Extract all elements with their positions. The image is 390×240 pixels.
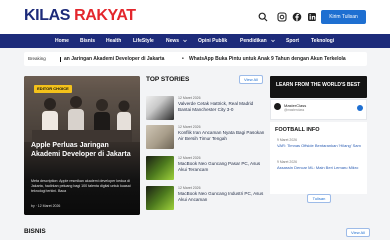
story-date: 12 Maret 2026 <box>178 186 201 190</box>
more-articles-button[interactable]: Tulisan <box>307 194 331 203</box>
hero-photo-silhouettes <box>24 90 140 142</box>
linkedin-icon[interactable] <box>307 12 317 22</box>
story-date: 12 Maret 2026 <box>178 96 201 100</box>
breaking-ticker: Breaking an Jaringan Akademi Developer d… <box>24 52 367 66</box>
chevron-down-icon <box>183 39 187 43</box>
hero-description: Meta description: Apple resmikan akademi… <box>31 179 131 193</box>
ticker-separator: • <box>182 56 184 62</box>
ticker-item[interactable]: an Jaringan Akademi Developer di Jakarta <box>64 52 164 66</box>
football-item[interactable]: 9 Maret 2026 Assassin Dencar ML: Main Be… <box>277 160 363 170</box>
ad-banner[interactable]: LEARN FROM THE WORLD'S BEST <box>270 76 367 98</box>
story-thumbnail <box>146 125 174 149</box>
editor-choice-badge: EDITOR CHOICE <box>34 85 72 93</box>
story-item[interactable]: 12 Maret 2026 Konflik Iran Ancaman Nyata… <box>146 125 264 149</box>
search-icon[interactable] <box>258 12 268 22</box>
story-title[interactable]: Konflik Iran Ancaman Nyata Bagi Pasokan … <box>178 130 266 142</box>
nav-item-bisnis[interactable]: Bisnis <box>80 34 95 48</box>
nav-item-news[interactable]: News <box>166 34 179 48</box>
story-item[interactable]: 12 Maret 2026 MacBook Neo Guncang Indust… <box>146 186 264 210</box>
football-item-title[interactable]: Assassin Dencar ML: Main Beri Lemaru Mik… <box>277 165 363 170</box>
nav-item-opini-publik[interactable]: Opini Publik <box>198 34 227 48</box>
story-thumbnail <box>146 156 174 180</box>
story-title[interactable]: MacBook Neo Guncang Industri PC, Asus Ak… <box>178 191 266 203</box>
football-item-title[interactable]: VAR: Timnas Offside Bentarankan 'Hilang'… <box>277 143 363 148</box>
football-item[interactable]: 9 Maret 2026 VAR: Timnas Offside Bentara… <box>277 138 363 148</box>
chevron-down-icon <box>271 39 275 43</box>
site-logo[interactable]: KILAS RAKYAT <box>24 6 136 26</box>
nav-item-teknologi[interactable]: Teknologi <box>311 34 334 48</box>
football-item-date: 9 Maret 2026 <box>277 138 297 142</box>
ticker-divider <box>60 57 61 62</box>
football-info-title: FOOTBALL INFO <box>275 127 320 133</box>
story-thumbnail <box>146 186 174 210</box>
nav-item-pendidikan[interactable]: Pendidikan <box>240 34 267 48</box>
ad-banner-text: LEARN FROM THE WORLD'S BEST <box>276 82 361 88</box>
instagram-icon[interactable] <box>277 12 287 22</box>
football-info-panel: FOOTBALL INFO 9 Maret 2026 VAR: Timnas O… <box>270 122 367 194</box>
hero-meta: by · 12 Maret 2026 <box>31 204 61 208</box>
write-article-button[interactable]: Kirim Tulisan <box>321 10 366 24</box>
nav-item-health[interactable]: Health <box>106 34 121 48</box>
story-date: 12 Maret 2026 <box>178 156 201 160</box>
top-stories-title: TOP STORIES <box>146 76 190 83</box>
top-stories-view-all[interactable]: View All <box>239 75 263 84</box>
logo-part1: KILAS <box>24 7 71 24</box>
nav-item-sport[interactable]: Sport <box>286 34 299 48</box>
bisnis-section-title: BISNIS <box>24 228 46 235</box>
ad-avatar <box>274 103 281 110</box>
site-header: KILAS RAKYAT Kirim Tulisan <box>0 0 390 34</box>
football-item-date: 9 Maret 2026 <box>277 160 297 164</box>
story-title[interactable]: Valverde Cetak Hattrick, Real Madrid Ban… <box>178 101 266 113</box>
main-nav: Home Bisnis Health LifeStyle News Opini … <box>0 34 390 48</box>
bisnis-view-all[interactable]: View All <box>346 228 370 237</box>
nav-item-home[interactable]: Home <box>55 34 69 48</box>
ad-handle: @masterclass <box>284 108 305 112</box>
facebook-icon[interactable] <box>292 12 302 22</box>
ticker-label: Breaking <box>28 56 46 61</box>
nav-item-lifestyle[interactable]: LifeStyle <box>133 34 154 48</box>
hero-card[interactable]: EDITOR CHOICE Apple Perluas Jaringan Aka… <box>24 76 140 215</box>
logo-part2: RAKYAT <box>74 7 136 24</box>
story-date: 12 Maret 2026 <box>178 125 201 129</box>
ad-go-icon[interactable] <box>357 105 363 111</box>
story-title[interactable]: MacBook Neo Guncang Pasar PC, Asus Akui … <box>178 161 266 173</box>
ad-card[interactable]: MasterClass @masterclass <box>270 99 367 120</box>
story-item[interactable]: 12 Maret 2026 Valverde Cetak Hattrick, R… <box>146 96 264 120</box>
story-thumbnail <box>146 96 174 120</box>
story-item[interactable]: 12 Maret 2026 MacBook Neo Guncang Pasar … <box>146 156 264 180</box>
ticker-item[interactable]: WhatsApp Buka Pintu untuk Anak 9 Tahun d… <box>189 52 346 66</box>
hero-title[interactable]: Apple Perluas Jaringan Akademi Developer… <box>31 142 135 159</box>
